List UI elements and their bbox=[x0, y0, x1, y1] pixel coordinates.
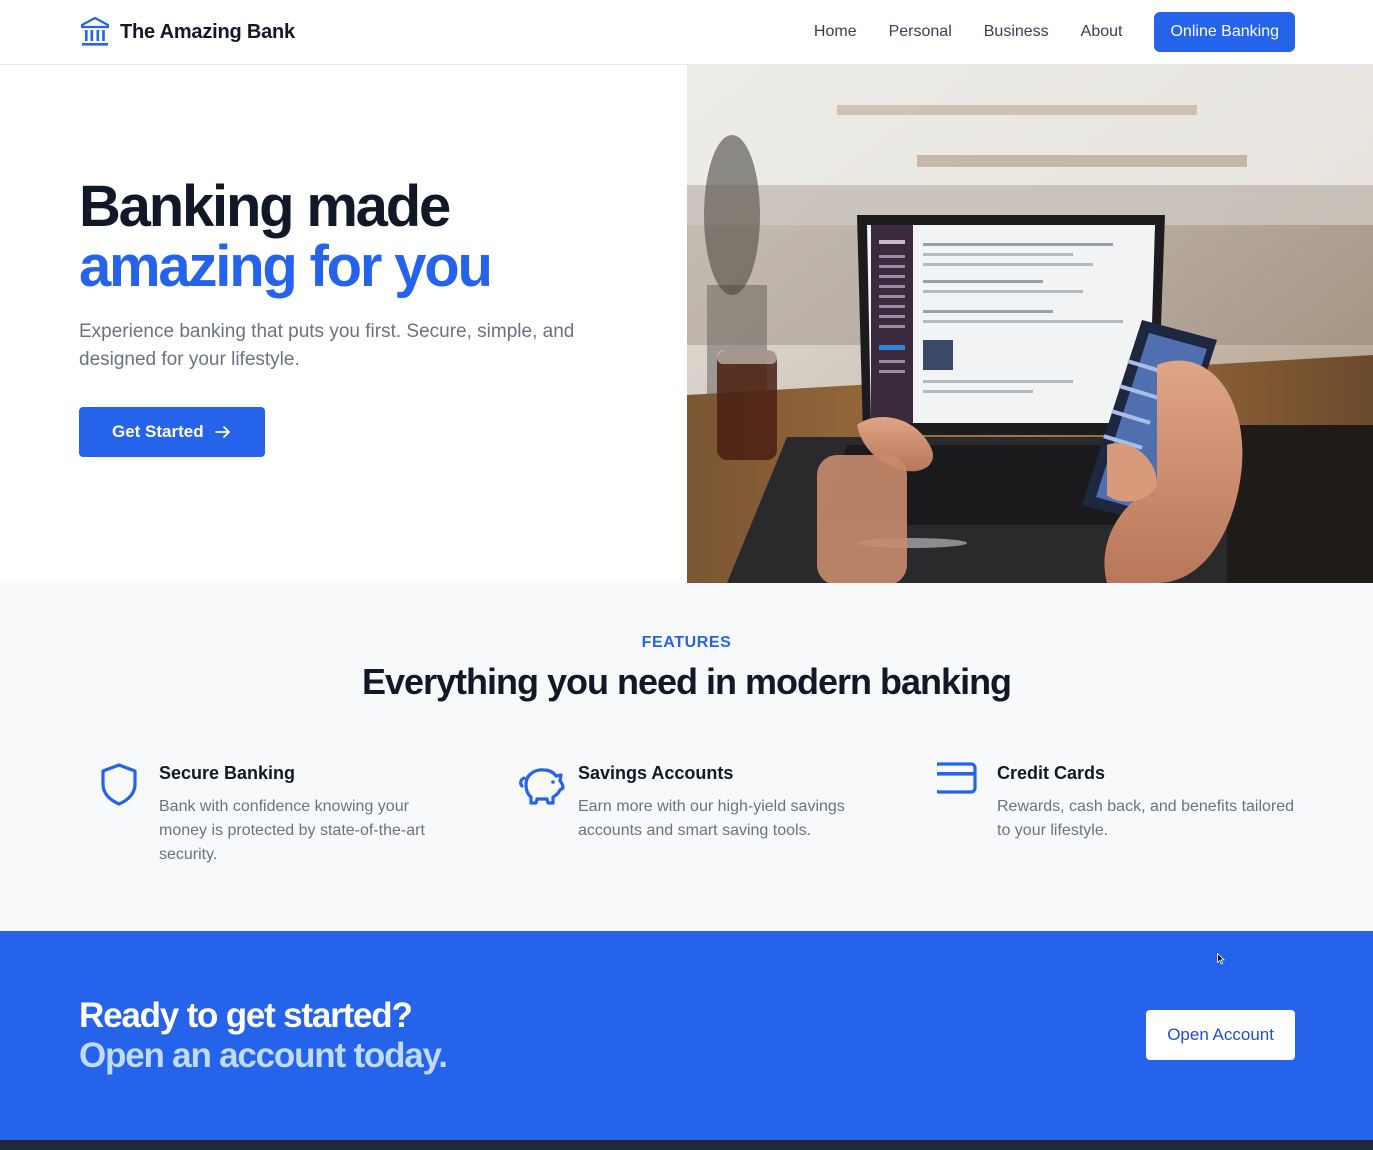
brand-name: The Amazing Bank bbox=[120, 20, 295, 43]
mouse-cursor-icon bbox=[1217, 953, 1225, 965]
open-account-button[interactable]: Open Account bbox=[1146, 1010, 1295, 1060]
feature-title: Secure Banking bbox=[159, 763, 296, 783]
hero-text: Banking made amazing for you Experience … bbox=[79, 177, 639, 457]
feature-description: Earn more with our high-yield savings ac… bbox=[578, 798, 845, 839]
cta-section: Ready to get started? Open an account to… bbox=[0, 931, 1373, 1140]
hero-subtitle: Experience banking that puts you first. … bbox=[79, 321, 575, 370]
get-started-button[interactable]: Get Started bbox=[79, 407, 265, 457]
feature-description: Rewards, cash back, and benefits tailore… bbox=[997, 798, 1295, 839]
features-title: Everything you need in modern banking bbox=[361, 661, 1012, 702]
nav-link-personal[interactable]: Personal bbox=[889, 12, 952, 52]
hero-image bbox=[687, 65, 1373, 583]
feature-title: Credit Cards bbox=[997, 763, 1106, 783]
online-banking-button[interactable]: Online Banking bbox=[1154, 12, 1295, 52]
arrow-right-icon bbox=[214, 426, 230, 438]
cta-title-line1: Ready to get started? bbox=[79, 996, 413, 1035]
get-started-label: Get Started bbox=[112, 422, 204, 441]
feature-icon-wrap bbox=[518, 762, 566, 810]
features-eyebrow: FEATURES bbox=[641, 634, 732, 651]
credit-card-icon bbox=[937, 762, 977, 794]
feature-icon-wrap bbox=[937, 762, 985, 810]
hero-section: Banking made amazing for you Experience … bbox=[0, 65, 1373, 583]
shield-icon bbox=[101, 763, 137, 806]
cta-title-line2: Open an account today. bbox=[79, 1036, 448, 1075]
feature-description: Bank with confidence knowing your money … bbox=[159, 798, 425, 863]
footer-strip bbox=[0, 1140, 1373, 1150]
features-section: FEATURES Everything you need in modern b… bbox=[0, 583, 1373, 931]
brand-logo-link[interactable]: The Amazing Bank bbox=[80, 14, 295, 50]
hero-title-line1: Banking made bbox=[79, 174, 451, 239]
bank-icon bbox=[80, 16, 110, 46]
nav-link-about[interactable]: About bbox=[1081, 12, 1123, 52]
feature-icon-wrap bbox=[99, 762, 147, 810]
main-nav: Home Personal Business About Online Bank… bbox=[814, 12, 1295, 52]
nav-link-business[interactable]: Business bbox=[984, 12, 1049, 52]
hero-title-line2: amazing for you bbox=[79, 234, 493, 299]
feature-title: Savings Accounts bbox=[578, 763, 734, 783]
nav-link-home[interactable]: Home bbox=[814, 12, 857, 52]
top-navbar: The Amazing Bank Home Personal Business … bbox=[0, 0, 1373, 65]
hero-title: Banking made amazing for you bbox=[79, 177, 639, 297]
laptop-phone-photo bbox=[687, 65, 1373, 583]
cta-title: Ready to get started? Open an account to… bbox=[79, 996, 448, 1076]
piggy-bank-icon bbox=[519, 768, 565, 805]
